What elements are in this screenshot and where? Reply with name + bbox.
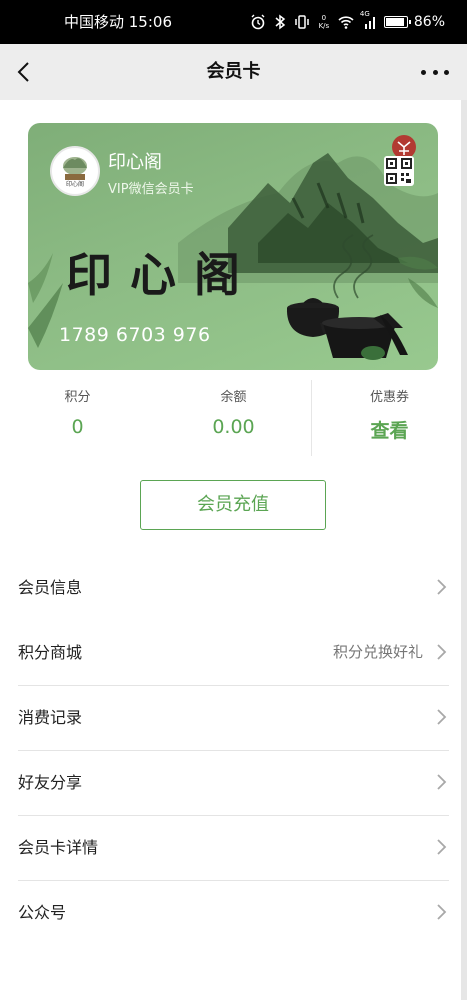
svg-text:印心阁: 印心阁 bbox=[66, 180, 84, 188]
balance-value: 0.00 bbox=[212, 416, 255, 438]
bluetooth-icon bbox=[272, 14, 288, 30]
menu-item-share-friends[interactable]: 好友分享 bbox=[18, 750, 449, 815]
menu-item-member-info[interactable]: 会员信息 bbox=[18, 555, 449, 620]
page-title: 会员卡 bbox=[206, 61, 261, 82]
menu-item-hint: 积分兑换好礼 bbox=[332, 643, 423, 661]
points-stat[interactable]: 积分 0 bbox=[0, 380, 155, 438]
card-number: 1789 6703 976 bbox=[59, 324, 211, 346]
status-icons: 0 K/s 4G 86% bbox=[250, 0, 445, 44]
menu-item-label: 消费记录 bbox=[18, 708, 83, 727]
balance-stat[interactable]: 余额 0.00 bbox=[156, 380, 311, 438]
battery-percent: 86% bbox=[413, 14, 445, 30]
menu-item-label: 公众号 bbox=[18, 903, 67, 922]
net-speed: 0 K/s bbox=[316, 14, 332, 30]
chevron-right-icon bbox=[437, 644, 447, 660]
card-level: VIP微信会员卡 bbox=[108, 182, 194, 197]
card-store-name: 印心阁 bbox=[108, 152, 162, 173]
menu-item-label: 好友分享 bbox=[18, 773, 83, 792]
chevron-right-icon bbox=[437, 839, 447, 855]
menu-item-label: 会员信息 bbox=[18, 578, 83, 597]
menu-item-purchase-history[interactable]: 消费记录 bbox=[18, 685, 449, 750]
store-logo: 印心阁 bbox=[50, 146, 100, 196]
menu-item-points-mall[interactable]: 积分商城 积分兑换好礼 bbox=[18, 620, 449, 685]
chevron-right-icon bbox=[437, 774, 447, 790]
menu-item-card-details[interactable]: 会员卡详情 bbox=[18, 815, 449, 880]
more-dot-icon bbox=[432, 69, 438, 75]
recharge-button[interactable]: 会员充值 bbox=[140, 480, 326, 530]
alarm-icon bbox=[250, 14, 266, 30]
chevron-right-icon bbox=[437, 709, 447, 725]
net-speed-unit: K/s bbox=[318, 22, 330, 30]
more-dot-icon bbox=[444, 69, 449, 75]
menu-item-official-account[interactable]: 公众号 bbox=[18, 880, 449, 945]
coupons-view-link[interactable]: 查看 bbox=[312, 416, 467, 443]
carrier-time: 中国移动 15:06 bbox=[64, 13, 172, 31]
coupons-label: 优惠券 bbox=[369, 390, 409, 405]
card-calligraphy: 印心阁 bbox=[66, 248, 258, 302]
battery-icon bbox=[383, 16, 411, 28]
wifi-icon bbox=[338, 14, 354, 30]
more-dot-icon bbox=[421, 69, 426, 75]
more-button[interactable] bbox=[421, 58, 449, 86]
chevron-right-icon bbox=[437, 904, 447, 920]
signal-icon: 4G bbox=[360, 10, 378, 30]
status-bar: 中国移动 15:06 0 K/s 4G 86% bbox=[0, 0, 467, 44]
nav-bar: 会员卡 bbox=[0, 44, 467, 100]
qr-code-icon[interactable] bbox=[384, 156, 414, 186]
membership-card[interactable]: 印心阁 印心阁 印心阁 VIP微信会员卡 1789 6703 976 bbox=[28, 123, 438, 370]
coupons-stat[interactable]: 优惠券 查看 bbox=[312, 380, 467, 443]
net-speed-value: 0 bbox=[321, 14, 327, 22]
balance-label: 余额 bbox=[220, 390, 247, 405]
points-value: 0 bbox=[71, 416, 84, 438]
network-type: 4G bbox=[359, 10, 370, 18]
menu-item-label: 会员卡详情 bbox=[18, 838, 99, 857]
chevron-right-icon bbox=[437, 579, 447, 595]
points-label: 积分 bbox=[64, 390, 91, 405]
scrollbar[interactable] bbox=[461, 100, 467, 1000]
vibrate-icon bbox=[294, 14, 310, 30]
menu-item-label: 积分商城 bbox=[18, 643, 83, 662]
